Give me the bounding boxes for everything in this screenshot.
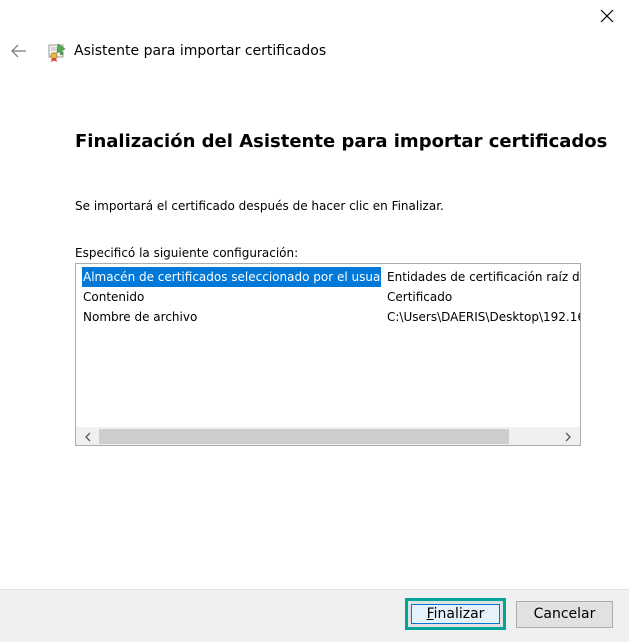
settings-row-store[interactable]: Almacén de certificados seleccionado por… [76,267,580,287]
intro-text: Se importará el certificado después de h… [75,199,444,213]
scroll-left-button[interactable] [79,428,96,445]
cancel-button[interactable]: Cancelar [516,601,613,628]
settings-row-filename[interactable]: Nombre de archivo C:\Users\DAERIS\Deskto… [76,307,580,327]
close-icon [600,9,614,23]
setting-value: Entidades de certificación raíz de [387,270,581,284]
setting-name: Nombre de archivo [83,310,198,324]
setting-value: C:\Users\DAERIS\Desktop\192.16 [387,310,581,324]
page-heading: Finalización del Asistente para importar… [75,131,608,152]
finish-button-face: Finalizar [411,604,500,624]
back-button[interactable] [8,40,30,62]
close-button[interactable] [589,2,625,30]
chevron-left-icon [84,432,90,441]
scroll-thumb[interactable] [99,429,509,444]
setting-value: Certificado [387,290,453,304]
horizontal-scrollbar[interactable] [76,427,580,445]
certificate-wizard-icon [48,43,66,62]
config-label: Especificó la siguiente configuración: [75,246,299,260]
finish-label: inalizar [433,606,485,622]
setting-name: Almacén de certificados seleccionado por… [82,267,381,287]
back-arrow-icon [11,44,26,58]
setting-name: Contenido [83,290,145,304]
chevron-right-icon [565,432,571,441]
finish-accelerator: F [426,606,434,622]
settings-row-content[interactable]: Contenido Certificado [76,287,580,307]
finish-button[interactable]: Finalizar [405,598,506,630]
scroll-right-button[interactable] [559,428,576,445]
settings-list[interactable]: Almacén de certificados seleccionado por… [75,263,581,446]
window-title: Asistente para importar certificados [74,43,327,59]
